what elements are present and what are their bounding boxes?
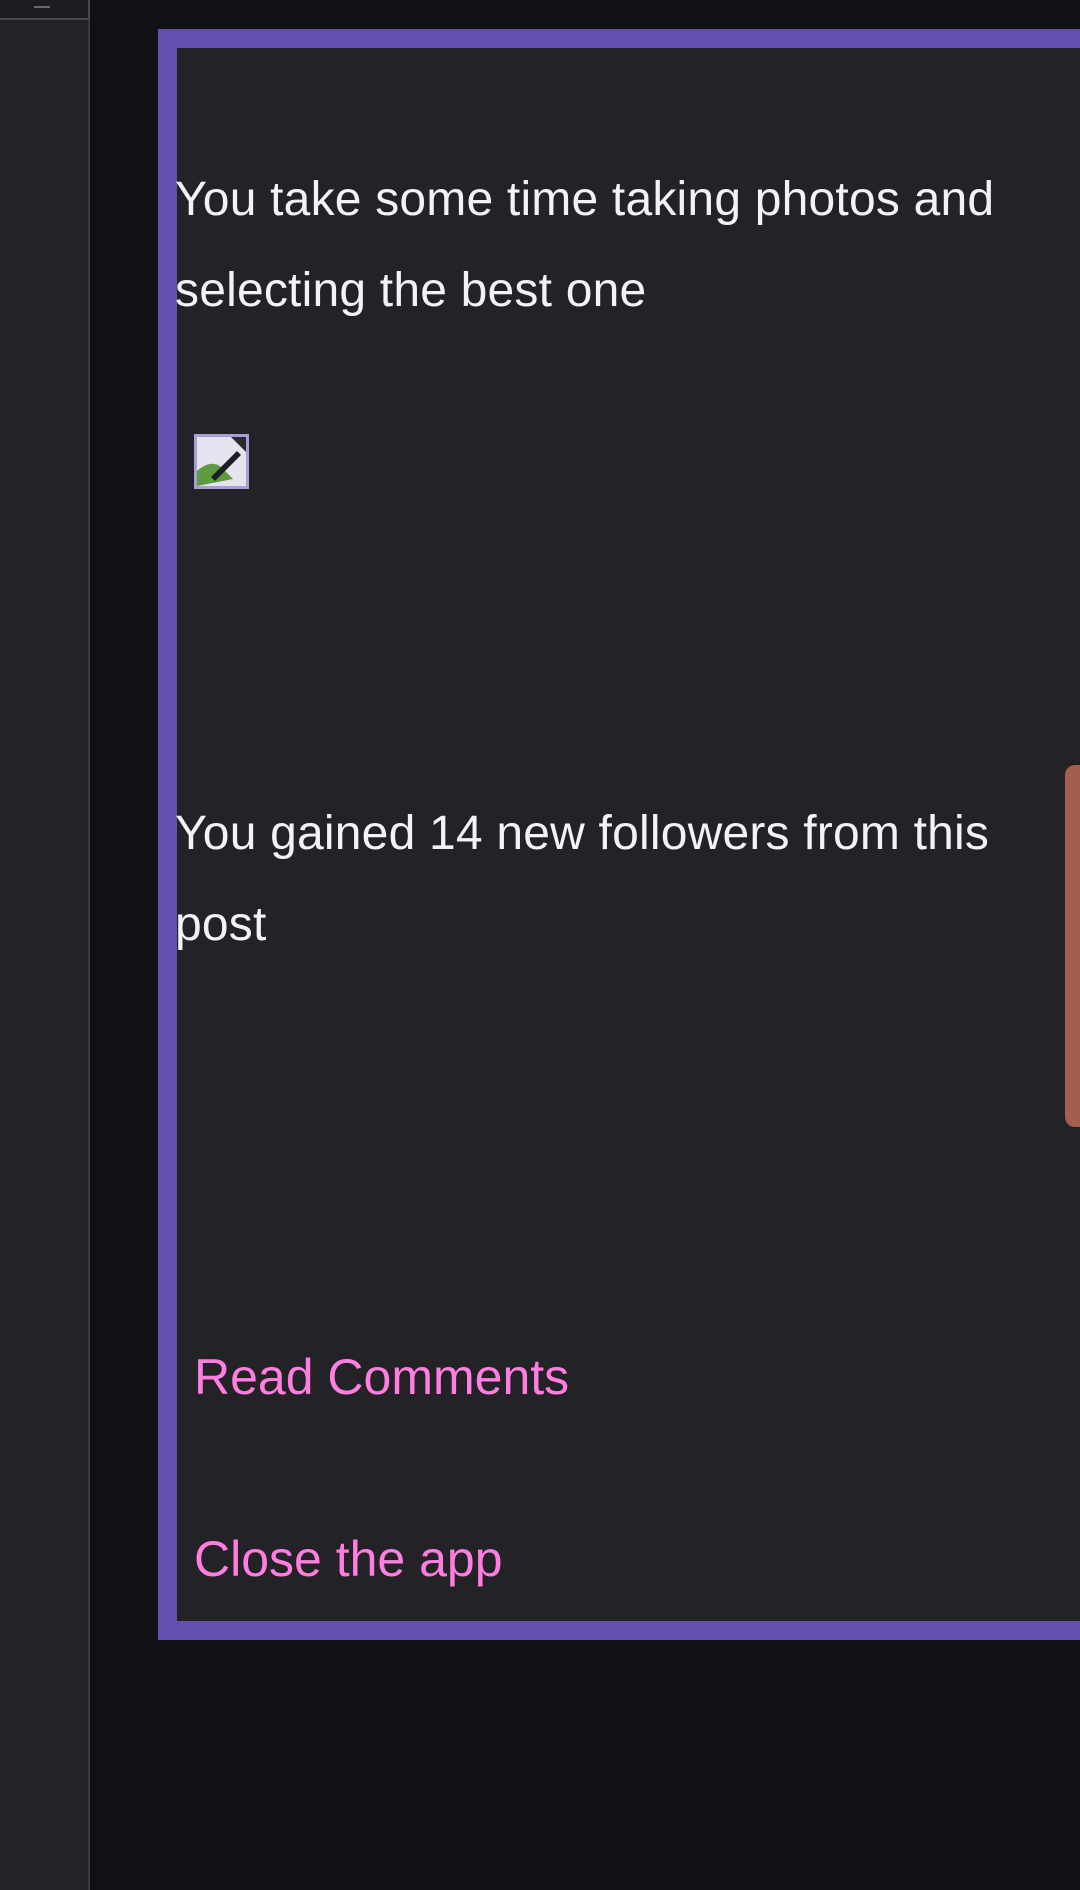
scroll-handle[interactable]	[1065, 765, 1080, 1127]
sidebar-toggle[interactable]	[0, 0, 90, 20]
menu-icon	[34, 0, 50, 8]
story-paragraph: You gained 14 new followers from this po…	[175, 807, 990, 951]
story-paragraph: You take some time taking photos and sel…	[175, 173, 995, 317]
close-app-link[interactable]: Close the app	[194, 1529, 503, 1589]
read-comments-link[interactable]: Read Comments	[194, 1347, 569, 1407]
broken-image-icon	[194, 434, 249, 489]
left-sidebar	[0, 0, 90, 1890]
